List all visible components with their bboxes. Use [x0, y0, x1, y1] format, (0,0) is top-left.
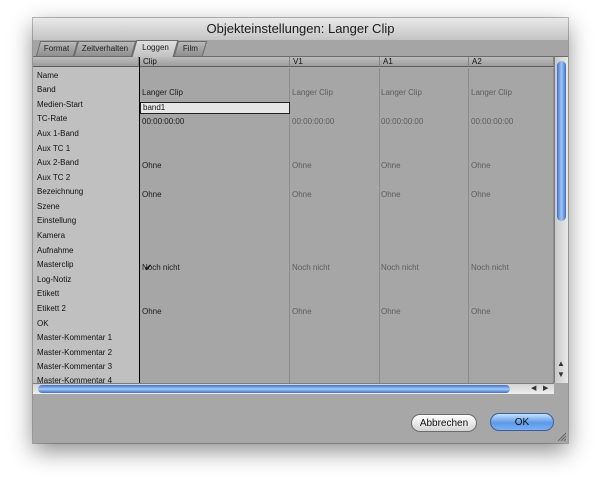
column-header-v1[interactable]: V1 [290, 57, 380, 67]
cancel-button[interactable]: Abbrechen [411, 414, 477, 432]
row-label-master-kommentar1: Master-Kommentar 1 [37, 333, 113, 342]
column-a1 [380, 68, 469, 383]
column-header-a2[interactable]: A2 [469, 57, 554, 67]
cell-v1-aux-tc2[interactable]: Ohne [292, 190, 312, 199]
row-label-aux-tc2: Aux TC 2 [37, 173, 71, 182]
cell-a1-aux-tc2[interactable]: Ohne [381, 190, 401, 199]
row-label-column: Name Band Medien-Start TC-Rate Aux 1-Ban… [33, 57, 140, 385]
ok-button[interactable]: OK [490, 413, 554, 431]
horizontal-scrollbar[interactable]: ◀ ▶ [33, 383, 554, 394]
cell-a2-aux-tc1[interactable]: Ohne [471, 161, 491, 170]
cell-a2-medien-start[interactable]: 00:00:00:00 [471, 117, 513, 126]
settings-window: Objekteinstellungen: Langer Clip Format … [33, 18, 568, 443]
row-label-tc-rate: TC-Rate [37, 114, 68, 123]
tab-loggen[interactable]: Loggen [131, 40, 179, 57]
vertical-scrollbar[interactable]: ▲ ▼ [554, 57, 568, 383]
row-label-kamera: Kamera [37, 231, 66, 240]
arrow-left-icon[interactable]: ◀ [531, 384, 536, 394]
arrow-up-icon[interactable]: ▲ [557, 359, 565, 368]
column-clip [140, 68, 290, 383]
cell-clip-aux-tc2[interactable]: Ohne [142, 190, 162, 199]
row-label-einstellung: Einstellung [37, 216, 77, 225]
cell-v1-name[interactable]: Langer Clip [292, 88, 333, 97]
row-label-medien-start: Medien-Start [37, 100, 83, 109]
row-label-ok: OK [37, 319, 49, 328]
cell-v1-aux-tc1[interactable]: Ohne [292, 161, 312, 170]
cell-v1-aufnahme[interactable]: Noch nicht [292, 263, 330, 272]
row-label-aufnahme: Aufnahme [37, 246, 74, 255]
cell-a2-aux-tc2[interactable]: Ohne [471, 190, 491, 199]
row-label-band: Band [37, 85, 56, 94]
cell-a2-etikett[interactable]: Ohne [471, 307, 491, 316]
cell-a1-aufnahme[interactable]: Noch nicht [381, 263, 419, 272]
tab-film[interactable]: Film [173, 41, 208, 56]
arrow-right-icon[interactable]: ▶ [543, 384, 548, 394]
row-label-master-kommentar3: Master-Kommentar 3 [37, 362, 113, 371]
tab-bar: Format Zeitverhalten Loggen Film [33, 40, 568, 57]
checkmark-icon[interactable]: ✔ [144, 263, 152, 274]
cell-v1-medien-start[interactable]: 00:00:00:00 [292, 117, 334, 126]
row-label-log-notiz: Log-Notiz [37, 275, 72, 284]
cell-a1-aux-tc1[interactable]: Ohne [381, 161, 401, 170]
cell-a1-etikett[interactable]: Ohne [381, 307, 401, 316]
column-v1 [290, 68, 380, 383]
row-label-name: Name [37, 71, 59, 80]
cell-a2-name[interactable]: Langer Clip [471, 88, 512, 97]
vertical-scroll-thumb[interactable] [557, 61, 566, 221]
arrow-down-icon[interactable]: ▼ [557, 370, 565, 379]
row-label-bezeichnung: Bezeichnung [37, 187, 84, 196]
cell-clip-name[interactable]: Langer Clip [142, 88, 183, 97]
column-header-a1[interactable]: A1 [380, 57, 469, 67]
row-label-masterclip: Masterclip [37, 260, 74, 269]
row-label-szene: Szene [37, 202, 60, 211]
cell-a2-aufnahme[interactable]: Noch nicht [471, 263, 509, 272]
column-a2 [469, 68, 554, 383]
row-label-master-kommentar2: Master-Kommentar 2 [37, 348, 113, 357]
resize-grip-icon[interactable] [556, 431, 566, 441]
row-label-etikett2: Etikett 2 [37, 304, 66, 313]
window-title: Objekteinstellungen: Langer Clip [33, 18, 568, 41]
settings-grid: Name Band Medien-Start TC-Rate Aux 1-Ban… [33, 57, 554, 385]
band-input[interactable]: band1 [140, 102, 290, 114]
tab-format[interactable]: Format [35, 41, 79, 56]
row-label-aux-tc1: Aux TC 1 [37, 144, 71, 153]
row-label-aux1-band: Aux 1-Band [37, 129, 79, 138]
column-header-clip[interactable]: Clip [140, 57, 290, 67]
cell-clip-etikett[interactable]: Ohne [142, 307, 162, 316]
cell-v1-etikett[interactable]: Ohne [292, 307, 312, 316]
row-label-etikett: Etikett [37, 289, 60, 298]
cell-clip-aux-tc1[interactable]: Ohne [142, 161, 162, 170]
row-label-aux2-band: Aux 2-Band [37, 158, 79, 167]
cell-clip-medien-start[interactable]: 00:00:00:00 [142, 117, 184, 126]
horizontal-scroll-thumb[interactable] [38, 385, 510, 393]
cell-a1-name[interactable]: Langer Clip [381, 88, 422, 97]
dialog-footer: Abbrechen OK [33, 394, 568, 443]
cell-a1-medien-start[interactable]: 00:00:00:00 [381, 117, 423, 126]
label-column-header [33, 57, 139, 67]
tab-zeitverhalten[interactable]: Zeitverhalten [73, 41, 137, 56]
